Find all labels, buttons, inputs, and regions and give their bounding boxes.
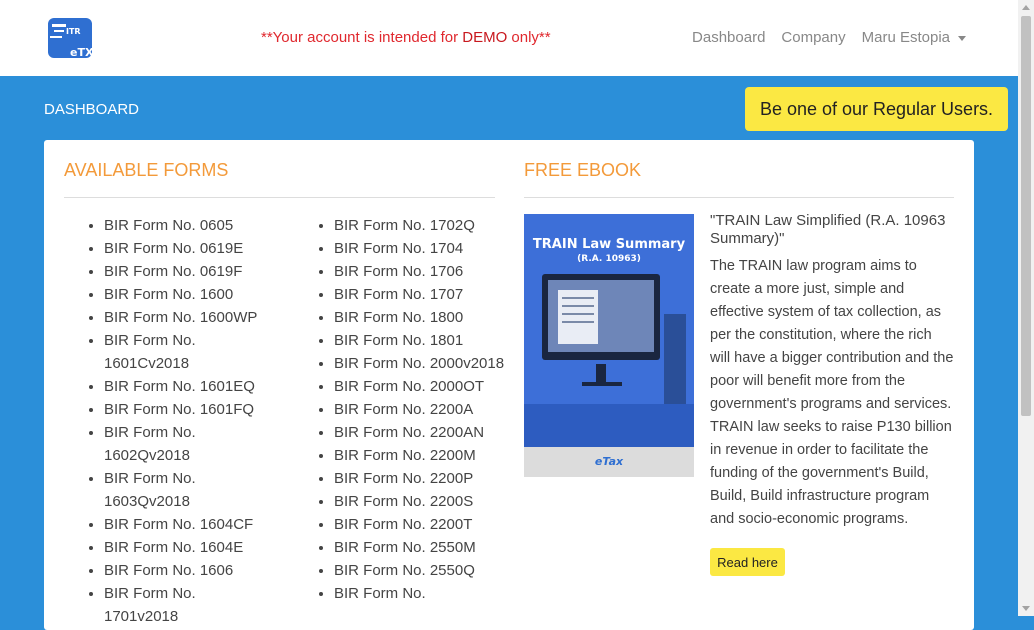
ebook-cover[interactable]: TRAIN Law Summary (R.A. 10963) eTax: [524, 214, 694, 477]
nav-company[interactable]: Company: [781, 29, 845, 46]
regular-user-button[interactable]: Be one of our Regular Users.: [745, 87, 1008, 131]
form-list-item[interactable]: BIR Form No. 1601Cv2018: [104, 329, 274, 375]
forms-divider: [64, 197, 495, 198]
cover-brand: eTax: [595, 455, 624, 468]
chevron-down-icon: [958, 35, 966, 41]
form-list-item[interactable]: BIR Form No. 1704: [334, 237, 514, 260]
demo-prefix: **Your account is intended for: [261, 29, 463, 46]
form-list-item[interactable]: BIR Form No. 1801: [334, 329, 514, 352]
demo-strong: DEMO: [462, 29, 508, 46]
form-list-item[interactable]: BIR Form No. 2550Q: [334, 559, 514, 582]
form-list-item[interactable]: BIR Form No. 1601FQ: [104, 398, 274, 421]
form-list-item[interactable]: BIR Form No. 2200P: [334, 467, 514, 490]
ebook-title: FREE EBOOK: [524, 160, 642, 180]
svg-text:ITR: ITR: [66, 27, 81, 36]
form-list-item[interactable]: BIR Form No. 1600WP: [104, 306, 274, 329]
form-list-item[interactable]: BIR Form No. 2200S: [334, 490, 514, 513]
form-list-item[interactable]: BIR Form No. 1702Q: [334, 214, 514, 237]
user-name: Maru Estopia: [861, 29, 950, 46]
ebook-description: The TRAIN law program aims to create a m…: [710, 258, 954, 527]
form-list-item[interactable]: BIR Form No. 1603Qv2018: [104, 467, 274, 513]
form-list-item[interactable]: BIR Form No. 1602Qv2018: [104, 421, 274, 467]
ebook-book-title: "TRAIN Law Simplified (R.A. 10963 Summar…: [710, 212, 946, 247]
forms-title: AVAILABLE FORMS: [64, 160, 229, 180]
scrollbar-thumb[interactable]: [1021, 16, 1031, 416]
demo-suffix: only**: [507, 29, 551, 46]
form-list-item[interactable]: BIR Form No. 2550M: [334, 536, 514, 559]
ebook-divider: [524, 197, 954, 198]
form-list-item[interactable]: BIR Form No. 2000v2018: [334, 352, 514, 375]
form-list-item[interactable]: BIR Form No. 1707: [334, 283, 514, 306]
page-title: DASHBOARD: [44, 101, 140, 118]
form-list-item[interactable]: BIR Form No. 0619E: [104, 237, 274, 260]
svg-text:eTX: eTX: [70, 46, 94, 59]
read-here-button[interactable]: Read here: [710, 548, 785, 576]
form-list-item[interactable]: BIR Form No. 1701v2018: [104, 582, 274, 628]
etax-logo-icon[interactable]: ITR eTX: [44, 14, 96, 64]
main-nav: Dashboard Company Maru Estopia: [692, 29, 966, 46]
forms-list-col1: BIR Form No. 0605BIR Form No. 0619EBIR F…: [84, 214, 274, 628]
top-navbar: ITR eTX **Your account is intended for D…: [0, 0, 1018, 76]
scroll-up-icon[interactable]: [1022, 5, 1030, 10]
form-list-item[interactable]: BIR Form No. 2000OT: [334, 375, 514, 398]
scroll-down-icon[interactable]: [1022, 606, 1030, 611]
form-list-item[interactable]: BIR Form No. 2200AN: [334, 421, 514, 444]
form-list-item[interactable]: BIR Form No. 1600: [104, 283, 274, 306]
form-list-item[interactable]: BIR Form No. 0605: [104, 214, 274, 237]
form-list-item[interactable]: BIR Form No. 1606: [104, 559, 274, 582]
user-menu[interactable]: Maru Estopia: [862, 29, 966, 46]
nav-dashboard[interactable]: Dashboard: [692, 29, 765, 46]
form-list-item[interactable]: BIR Form No. 2200M: [334, 444, 514, 467]
cover-subtitle: (R.A. 10963): [577, 254, 641, 264]
demo-notice: **Your account is intended for DEMO only…: [261, 29, 551, 46]
forms-list-col2: BIR Form No. 1702QBIR Form No. 1704BIR F…: [314, 214, 514, 605]
form-list-item[interactable]: BIR Form No. 2200A: [334, 398, 514, 421]
form-list-item[interactable]: BIR Form No.: [334, 582, 514, 605]
form-list-item[interactable]: BIR Form No. 1601EQ: [104, 375, 274, 398]
form-list-item[interactable]: BIR Form No. 1706: [334, 260, 514, 283]
form-list-item[interactable]: BIR Form No. 1800: [334, 306, 514, 329]
cover-title: TRAIN Law Summary: [533, 237, 686, 252]
form-list-item[interactable]: BIR Form No. 0619F: [104, 260, 274, 283]
dashboard-card: AVAILABLE FORMS BIR Form No. 0605BIR For…: [44, 140, 974, 630]
form-list-item[interactable]: BIR Form No. 2200T: [334, 513, 514, 536]
page-scrollbar[interactable]: [1018, 0, 1034, 616]
form-list-item[interactable]: BIR Form No. 1604CF: [104, 513, 274, 536]
form-list-item[interactable]: BIR Form No. 1604E: [104, 536, 274, 559]
